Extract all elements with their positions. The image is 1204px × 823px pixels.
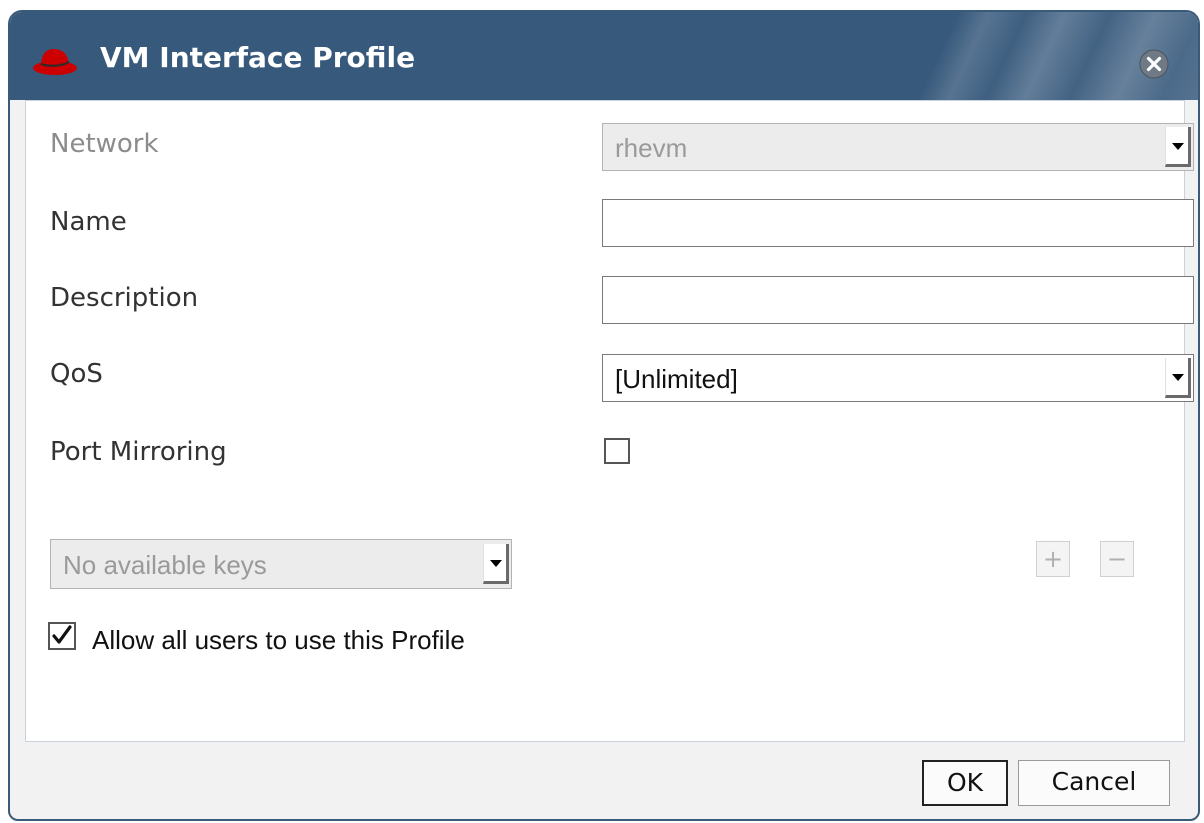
custom-property-key-select[interactable]: No available keys — [50, 539, 512, 589]
redhat-logo-icon — [33, 49, 77, 75]
chevron-down-icon[interactable] — [483, 544, 509, 584]
port-mirroring-checkbox[interactable] — [604, 438, 630, 464]
network-label: Network — [50, 129, 159, 159]
close-icon[interactable] — [1138, 48, 1170, 80]
name-label: Name — [50, 207, 127, 237]
qos-select-value: [Unlimited] — [615, 364, 738, 394]
qos-label: QoS — [50, 359, 103, 389]
chevron-down-icon[interactable] — [1165, 127, 1191, 167]
allow-all-users-label: Allow all users to use this Profile — [92, 625, 465, 655]
port-mirroring-label: Port Mirroring — [50, 437, 227, 467]
dialog-title: VM Interface Profile — [100, 41, 416, 74]
allow-all-users-checkbox[interactable] — [48, 622, 76, 650]
custom-property-key-value: No available keys — [63, 550, 267, 580]
vm-interface-profile-dialog: VM Interface Profile Network rhevm Name … — [8, 10, 1200, 821]
ok-button[interactable]: OK — [922, 760, 1008, 806]
name-field[interactable] — [602, 199, 1194, 247]
description-field[interactable] — [602, 276, 1194, 324]
cancel-button[interactable]: Cancel — [1018, 760, 1170, 806]
add-property-button[interactable]: + — [1036, 541, 1070, 577]
description-label: Description — [50, 283, 199, 313]
network-select[interactable]: rhevm — [602, 123, 1194, 171]
network-select-value: rhevm — [615, 133, 688, 163]
chevron-down-icon[interactable] — [1165, 358, 1191, 398]
dialog-titlebar: VM Interface Profile — [10, 12, 1198, 100]
dialog-content: Network rhevm Name Description QoS [Unli… — [25, 100, 1194, 742]
remove-property-button[interactable]: − — [1100, 541, 1134, 577]
qos-select[interactable]: [Unlimited] — [602, 354, 1194, 402]
